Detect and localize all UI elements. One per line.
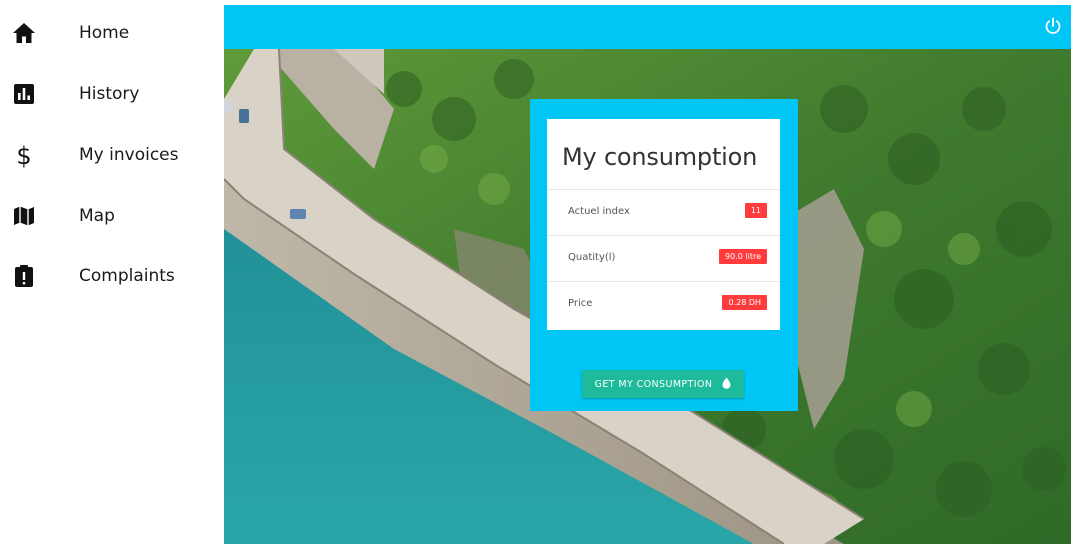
home-icon <box>12 21 36 45</box>
sidebar-item-label: Complaints <box>79 266 175 286</box>
value-badge: 0.28 DH <box>722 295 767 310</box>
main-area: My consumption Actuel index 11 Quatity(l… <box>224 5 1071 544</box>
sidebar-item-complaints[interactable]: Complaints <box>0 253 222 299</box>
power-icon[interactable] <box>1043 16 1063 36</box>
sidebar-item-home[interactable]: Home <box>0 10 222 56</box>
sidebar-item-my-invoices[interactable]: $ My invoices <box>0 132 222 178</box>
sidebar-item-label: Home <box>79 23 130 43</box>
row-label: Actuel index <box>568 206 630 217</box>
row-label: Price <box>568 298 593 309</box>
consumption-row-index: Actuel index 11 <box>547 189 780 235</box>
svg-text:$: $ <box>16 142 31 168</box>
map-icon <box>12 204 36 228</box>
consumption-panel: My consumption Actuel index 11 Quatity(l… <box>547 119 780 330</box>
button-label: GET MY CONSUMPTION <box>594 378 713 390</box>
value-badge: 11 <box>744 203 767 218</box>
top-app-bar <box>224 5 1071 49</box>
dollar-icon: $ <box>12 142 36 168</box>
sidebar-item-label: Map <box>79 206 115 226</box>
card-title: My consumption <box>562 143 758 171</box>
bar-chart-icon <box>12 82 36 106</box>
consumption-card: My consumption Actuel index 11 Quatity(l… <box>530 99 798 411</box>
sidebar-item-history[interactable]: History <box>0 71 222 117</box>
sidebar: Home History $ My invoices Map Complaint… <box>0 0 222 547</box>
row-label: Quatity(l) <box>568 252 616 263</box>
water-drop-icon <box>722 377 731 392</box>
sidebar-item-label: My invoices <box>79 145 179 165</box>
sidebar-item-map[interactable]: Map <box>0 193 222 239</box>
consumption-row-price: Price 0.28 DH <box>547 281 780 327</box>
sidebar-item-label: History <box>79 84 140 104</box>
background-dam-image: My consumption Actuel index 11 Quatity(l… <box>224 49 1071 544</box>
get-my-consumption-button[interactable]: GET MY CONSUMPTION <box>582 370 744 398</box>
consumption-row-quantity: Quatity(l) 90.0 litre <box>547 235 780 281</box>
value-badge: 90.0 litre <box>719 249 767 264</box>
clipboard-alert-icon <box>12 264 36 288</box>
